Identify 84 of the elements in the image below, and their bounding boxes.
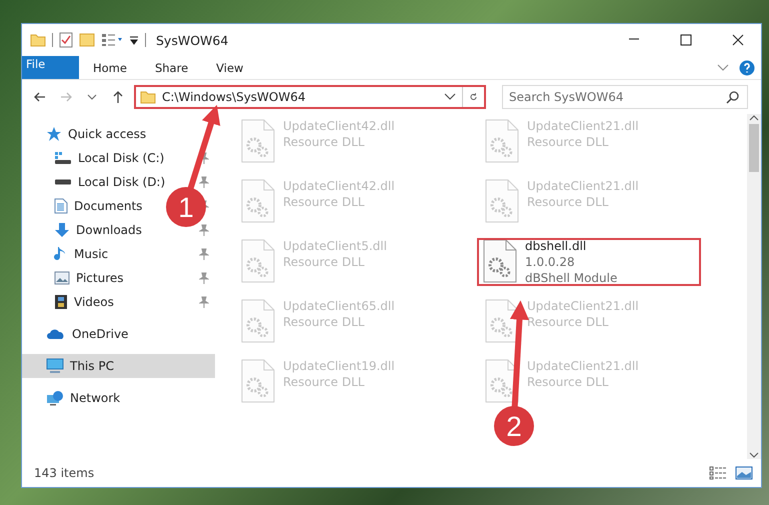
drive-icon — [54, 179, 72, 185]
pin-icon — [199, 272, 209, 284]
folder-icon — [30, 33, 46, 47]
sidebar-item[interactable]: Network — [22, 386, 215, 410]
file-detail: 1.0.0.28 — [525, 255, 576, 269]
maximize-icon[interactable] — [680, 34, 692, 46]
film-icon — [54, 294, 68, 310]
gear-file-icon — [241, 359, 275, 403]
window-title: SysWOW64 — [156, 32, 230, 48]
scroll-up-icon[interactable] — [749, 114, 759, 122]
file-detail: Resource DLL — [283, 135, 366, 149]
file-name: UpdateClient42.dll — [283, 179, 395, 193]
cloud-icon — [46, 328, 66, 340]
file-name: UpdateClient21.dll — [527, 179, 639, 193]
drive-icon — [54, 151, 72, 165]
down-arrow-icon — [54, 222, 70, 238]
gear-file-icon — [241, 179, 275, 223]
file-name: UpdateClient19.dll — [283, 359, 395, 373]
file-menu-button[interactable]: File — [22, 56, 79, 79]
gear-file-icon — [485, 299, 519, 343]
file-name: dbshell.dll — [525, 239, 588, 253]
star-icon — [46, 126, 62, 142]
step-number-badge: 2 — [494, 406, 534, 446]
file-detail: Resource DLL — [527, 135, 610, 149]
file-detail: Resource DLL — [527, 375, 610, 389]
sidebar-item[interactable]: OneDrive — [22, 322, 215, 346]
ribbon-tab[interactable]: View — [202, 56, 258, 79]
network-icon — [46, 390, 64, 406]
scrollbar-thumb[interactable] — [749, 124, 759, 172]
properties-icon[interactable] — [59, 32, 73, 48]
search-field[interactable]: Search SysWOW64 — [502, 85, 748, 109]
file-name: UpdateClient65.dll — [283, 299, 395, 313]
scroll-down-icon[interactable] — [749, 451, 759, 459]
pin-icon — [199, 176, 209, 188]
sidebar-item[interactable]: Quick access — [22, 122, 215, 146]
ribbon-tab[interactable]: Home — [79, 56, 141, 79]
details-view-icon[interactable] — [709, 466, 727, 480]
ribbon-tab[interactable]: Share — [140, 56, 202, 79]
file-name: UpdateClient21.dll — [527, 359, 639, 373]
file-detail: Resource DLL — [527, 195, 610, 209]
gear-file-icon — [241, 299, 275, 343]
caret-icon[interactable] — [129, 35, 139, 45]
left-arrow-icon[interactable] — [33, 90, 47, 104]
gear-file-icon — [485, 119, 519, 163]
file-detail: Resource DLL — [527, 315, 610, 329]
item-count: 143 items — [34, 466, 96, 480]
file-name: UpdateClient42.dll — [283, 119, 395, 133]
up-arrow-icon[interactable] — [111, 90, 125, 104]
chevron-down-icon[interactable] — [444, 93, 456, 101]
step-number-badge: 1 — [166, 187, 206, 227]
sidebar-item[interactable]: Pictures — [22, 266, 215, 290]
help-icon[interactable] — [739, 60, 755, 76]
folder-icon — [140, 90, 156, 104]
gear-file-icon — [485, 179, 519, 223]
file-detail: Resource DLL — [283, 375, 366, 389]
gear-file-icon — [241, 239, 275, 283]
scrollbar[interactable] — [747, 114, 761, 459]
close-icon[interactable] — [732, 34, 744, 46]
search-icon — [726, 90, 740, 104]
file-detail: Resource DLL — [283, 255, 366, 269]
file-name: UpdateClient5.dll — [283, 239, 387, 253]
gear-file-icon — [241, 119, 275, 163]
pin-icon — [199, 296, 209, 308]
gear-file-icon — [485, 359, 519, 403]
address-bar[interactable]: C:\Windows\SysWOW64 — [134, 85, 486, 109]
monitor-icon — [46, 358, 64, 374]
gear-file-icon — [483, 239, 517, 283]
large-icons-view-icon[interactable] — [735, 466, 753, 480]
view-icon[interactable] — [101, 33, 123, 47]
pin-icon — [199, 224, 209, 236]
sidebar-item[interactable]: Videos — [22, 290, 215, 314]
picture-icon — [54, 271, 70, 285]
file-name: UpdateClient21.dll — [527, 119, 639, 133]
music-note-icon — [54, 246, 68, 262]
sidebar-item[interactable]: Music — [22, 242, 215, 266]
sidebar-item[interactable]: Local Disk (C:) — [22, 146, 215, 170]
pin-icon — [199, 248, 209, 260]
sidebar-item[interactable]: This PC — [22, 354, 215, 378]
file-detail: Resource DLL — [283, 195, 366, 209]
file-detail: Resource DLL — [283, 315, 366, 329]
document-icon — [54, 198, 68, 214]
file-detail: dBShell Module — [525, 271, 618, 285]
expand-ribbon-icon[interactable] — [717, 64, 729, 72]
file-name: UpdateClient21.dll — [527, 299, 639, 313]
